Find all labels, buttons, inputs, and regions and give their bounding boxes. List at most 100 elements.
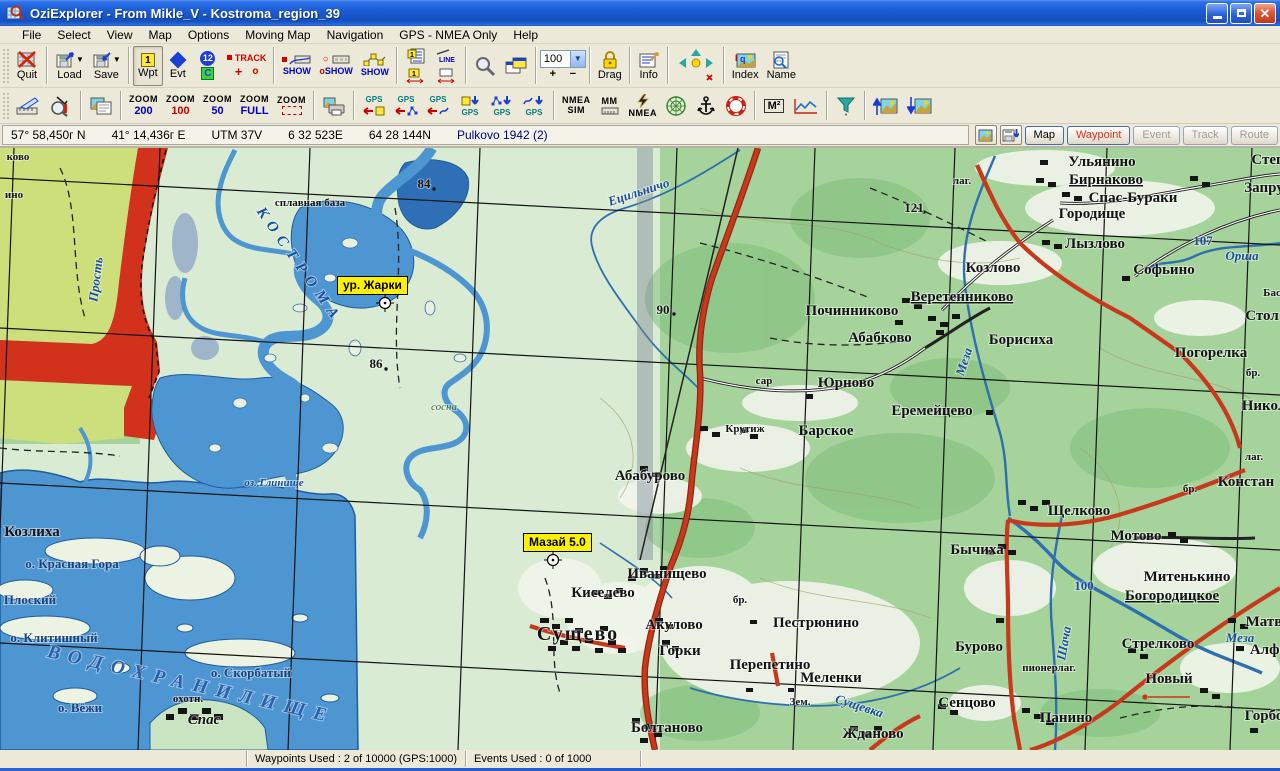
load-next-map-button[interactable]	[903, 91, 937, 121]
compass-button[interactable]	[661, 91, 691, 121]
zoom-200-button[interactable]: ZOOM 200	[125, 91, 162, 121]
filter-button[interactable]	[831, 91, 861, 121]
copy-map-image-button[interactable]	[85, 91, 117, 121]
event-find-button[interactable]: Event	[1133, 126, 1179, 145]
zoom-100-button[interactable]: ZOOM 100	[162, 91, 199, 121]
profile-button[interactable]	[789, 91, 823, 121]
print-button[interactable]	[318, 91, 350, 121]
map-place-label: ково	[7, 151, 30, 163]
waypoint-label[interactable]: Мазай 5.0	[523, 533, 592, 552]
map-place-label: Лызлово	[1065, 236, 1125, 252]
save-dropdown-arrow[interactable]: ▼	[113, 56, 121, 64]
event-mode-button[interactable]: Evt	[163, 46, 193, 86]
waypoint-size-button[interactable]: 1	[401, 66, 431, 85]
zoom-out-button[interactable]: −	[565, 70, 581, 81]
map-info-button[interactable]: Info	[634, 46, 664, 86]
map-place-label: лаг.	[1245, 451, 1263, 463]
find-map-by-name-button[interactable]: Name	[763, 46, 800, 86]
waypoint-number-toggle[interactable]: 12 C	[193, 46, 223, 86]
menu-help[interactable]: Help	[505, 27, 546, 43]
menu-gps-nmea[interactable]: GPS - NMEA Only	[391, 27, 505, 43]
map-canvas[interactable]: ковоино84сплавная базаЕцильничоКОСТРОМАП…	[0, 148, 1280, 750]
nmea-simulator-button[interactable]: NMEA SIM	[558, 91, 595, 121]
map-place-label: сосна	[431, 401, 457, 413]
waypoint-find-button[interactable]: Waypoint	[1067, 126, 1130, 145]
waypoint-list-button[interactable]: 1	[401, 46, 431, 65]
restore-button[interactable]	[1230, 3, 1252, 24]
area-measure-button[interactable]: M²	[759, 91, 789, 121]
quick-save-button[interactable]	[1000, 125, 1022, 145]
map-edit-button[interactable]	[11, 91, 45, 121]
route-find-button[interactable]: Route	[1231, 126, 1278, 145]
anchor-button[interactable]	[691, 91, 721, 121]
show-routes-button[interactable]: SHOW	[357, 46, 393, 86]
load-button[interactable]: ▼ Load	[51, 46, 88, 86]
map-place-label: Ульянино	[1068, 154, 1135, 170]
map-place-label: Сенцово	[938, 695, 996, 711]
zoom-in-button[interactable]: +	[545, 70, 561, 81]
show-track-button[interactable]: SHOW	[278, 46, 315, 86]
magnify-button[interactable]	[470, 46, 500, 86]
load-dropdown-arrow[interactable]: ▼	[76, 56, 84, 64]
track-tail-controls[interactable]: TRACK + o	[223, 46, 271, 86]
map-place-label: Стол	[1245, 308, 1279, 324]
moving-map-button[interactable]: MM	[595, 91, 625, 121]
zoom-50-button[interactable]: ZOOM 50	[199, 91, 236, 121]
separator	[754, 91, 756, 120]
zoom-window-button[interactable]: ZOOM	[273, 91, 310, 121]
track-circle[interactable]: o	[252, 66, 258, 77]
gps-get-waypoints-button[interactable]: GPS	[454, 91, 486, 121]
name-search-icon	[770, 51, 792, 69]
load-previous-map-button[interactable]	[869, 91, 903, 121]
zoom-full-button[interactable]: ZOOM FULL	[236, 91, 273, 121]
map-check-button[interactable]	[45, 91, 77, 121]
toolbar-gripper[interactable]	[2, 92, 9, 120]
map-index-button[interactable]: I q Index	[728, 46, 763, 86]
gps-get-routes-button[interactable]: GPS	[486, 91, 518, 121]
menu-moving-map[interactable]: Moving Map	[237, 27, 318, 43]
anchor-icon	[697, 96, 715, 116]
map-place-label: ино	[5, 189, 24, 201]
menu-options[interactable]: Options	[180, 27, 237, 43]
nmea-monitor-button[interactable]: NMEA	[625, 91, 662, 121]
gps-send-waypoints-button[interactable]: GPS	[358, 91, 390, 121]
menu-select[interactable]: Select	[49, 27, 98, 43]
pan-control[interactable]	[672, 46, 720, 86]
show-waypoints-button[interactable]: ○ oSHOW	[315, 46, 357, 86]
gps-send-routes-button[interactable]: GPS	[390, 91, 422, 121]
coordinate-readout: 57° 58,450г N 41° 14,436г E UTM 37V 6 32…	[2, 125, 969, 145]
menu-navigation[interactable]: Navigation	[319, 27, 392, 43]
waypoint-label[interactable]: ур. Жарки	[337, 276, 408, 295]
gps-get-track-button[interactable]: GPS	[518, 91, 550, 121]
map-view-settings-button[interactable]	[500, 46, 532, 86]
separator	[465, 47, 467, 84]
toolbar-gripper[interactable]	[2, 48, 9, 82]
map-place-label: Борисиха	[989, 332, 1054, 348]
m2-icon: M²	[764, 99, 785, 113]
close-button[interactable]: ✕	[1254, 3, 1276, 24]
map-place-label: оз. Глинище	[244, 477, 303, 489]
waypoint-mode-button[interactable]: 1 Wpt	[133, 46, 163, 86]
screenshot-button[interactable]	[975, 125, 997, 145]
save-button[interactable]: ▼ Save	[88, 46, 125, 86]
box-size-button[interactable]	[432, 66, 462, 85]
map-place-label: Меленки	[800, 670, 862, 686]
line-style-button[interactable]: LINE	[432, 46, 462, 65]
track-find-button[interactable]: Track	[1183, 126, 1228, 145]
drag-map-button[interactable]: Drag	[594, 46, 626, 86]
menu-map[interactable]: Map	[141, 27, 180, 43]
menu-file[interactable]: File	[14, 27, 49, 43]
title-bar[interactable]: OziExplorer - From Mikle_V - Kostroma_re…	[0, 0, 1280, 26]
man-overboard-button[interactable]	[721, 91, 751, 121]
map-find-button[interactable]: Map	[1025, 126, 1064, 145]
menu-view[interactable]: View	[99, 27, 141, 43]
track-plus[interactable]: +	[235, 64, 243, 79]
track-line-icon	[289, 55, 311, 65]
minimize-button[interactable]	[1206, 3, 1228, 24]
zoom-level-value[interactable]: 100	[541, 51, 570, 67]
zoom-dropdown-button[interactable]: ▼	[570, 51, 585, 67]
map-place-label: 100	[1074, 578, 1094, 593]
gps-send-track-button[interactable]: GPS	[422, 91, 454, 121]
compass-icon	[665, 95, 687, 117]
quit-button[interactable]: Quit	[11, 46, 43, 86]
